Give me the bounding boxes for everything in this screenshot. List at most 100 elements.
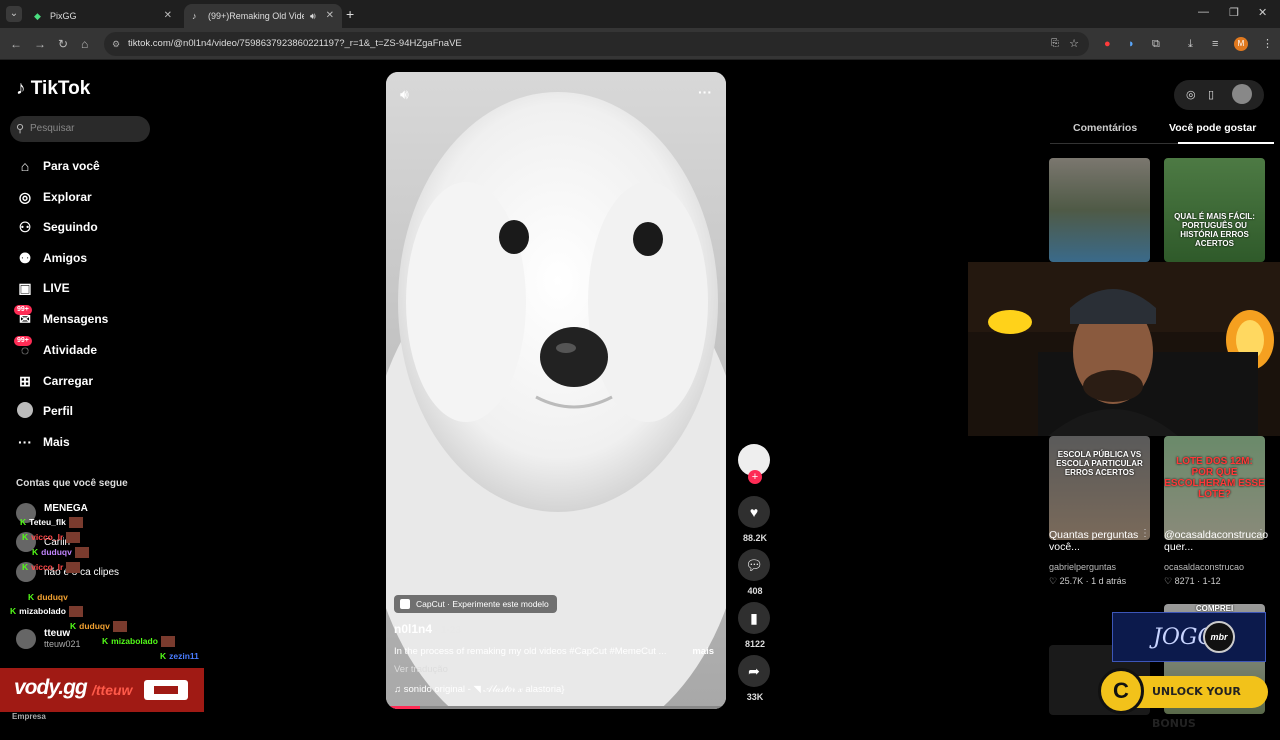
extension-icon[interactable]: ● bbox=[1104, 37, 1111, 51]
restore-icon[interactable]: ❐ bbox=[1229, 6, 1239, 19]
search-input[interactable]: ⚲ Pesquisar bbox=[10, 116, 150, 142]
card-user[interactable]: ocasaldaconstrucao bbox=[1164, 562, 1244, 572]
browser-menu-icon[interactable]: ⋮ bbox=[1262, 37, 1273, 51]
thumb-label: QUAL É MAIS FÁCIL: PORTUGUÊS OU HISTÓRIA… bbox=[1174, 212, 1255, 248]
profile-avatar[interactable]: M bbox=[1234, 37, 1248, 51]
comment-count: 408 bbox=[747, 586, 763, 596]
recommended-video-thumb[interactable]: QUAL É MAIS FÁCIL: PORTUGUÊS OU HISTÓRIA… bbox=[1164, 158, 1265, 262]
vody-brand-icon bbox=[144, 680, 188, 700]
emote-icon bbox=[66, 562, 81, 574]
bonus-promo[interactable]: UNLOCK YOUR BONUS C bbox=[1098, 664, 1268, 730]
extensions-puzzle-icon[interactable]: ⧉ bbox=[1152, 37, 1160, 51]
minimize-icon[interactable]: — bbox=[1198, 6, 1209, 18]
close-tab-icon[interactable]: ✕ bbox=[164, 6, 172, 26]
sidebar-item-mais[interactable]: ··· Mais bbox=[16, 432, 70, 452]
save-button[interactable]: ▮ bbox=[738, 602, 770, 634]
new-tab-button[interactable]: + bbox=[346, 6, 354, 22]
sidebar-item-label: Carregar bbox=[43, 374, 94, 388]
chat-user: Teteu_flk bbox=[29, 517, 66, 527]
tab-pixgg[interactable]: ◆ PixGG ✕ bbox=[26, 4, 180, 28]
more-options-icon[interactable]: ··· bbox=[698, 84, 712, 100]
more-icon: ··· bbox=[18, 434, 32, 450]
close-window-icon[interactable]: ✕ bbox=[1258, 6, 1267, 19]
creator-avatar[interactable]: + bbox=[738, 444, 770, 484]
description-text: In the process of remaking my old videos… bbox=[394, 646, 667, 657]
tab-voce-pode-gostar[interactable]: Você pode gostar bbox=[1169, 122, 1256, 134]
card-more-icon[interactable]: ⋮ bbox=[1140, 528, 1150, 539]
tab-audio-icon[interactable]: 🔊︎ bbox=[310, 6, 316, 26]
close-tab-icon[interactable]: ✕ bbox=[326, 6, 334, 26]
jogo-promo-banner[interactable]: JOGO mbr bbox=[1112, 612, 1266, 662]
sidebar-item-perfil[interactable]: Perfil bbox=[16, 401, 73, 421]
video-author[interactable]: n0l1n4 · 1-23 bbox=[394, 622, 461, 636]
bookmark-star-icon[interactable]: ☆ bbox=[1069, 32, 1079, 56]
card-stats: ♡ 25.7K · 1 d atrás bbox=[1049, 576, 1127, 586]
user-avatar[interactable] bbox=[1232, 84, 1252, 104]
recommended-video-thumb[interactable] bbox=[1049, 158, 1150, 262]
mobile-icon[interactable]: ▯ bbox=[1208, 88, 1214, 101]
recommended-video-thumb[interactable]: LOTE DOS 12M: POR QUE ESCOLHERAM ESSE LO… bbox=[1164, 436, 1265, 540]
profile-icon bbox=[16, 401, 34, 421]
translate-link[interactable]: Ver tradução bbox=[394, 664, 448, 675]
right-tabs: Comentários Você pode gostar bbox=[1050, 120, 1274, 144]
card-caption[interactable]: Quantas perguntas você... bbox=[1049, 529, 1147, 553]
video-player[interactable]: 🔊︎ ··· CapCut · Experimente este modelo … bbox=[386, 72, 726, 709]
avatar bbox=[16, 629, 36, 649]
back-icon[interactable]: ← bbox=[10, 37, 22, 51]
share-count: 33K bbox=[746, 692, 764, 702]
save-count: 8122 bbox=[744, 639, 766, 649]
url-field[interactable]: ⚙ tiktok.com/@n0l1n4/video/7598637923860… bbox=[104, 32, 1089, 56]
sidebar-item-explorar[interactable]: ◎ Explorar bbox=[16, 187, 92, 207]
tab-comentarios[interactable]: Comentários bbox=[1073, 122, 1137, 134]
card-more-icon[interactable]: ⋮ bbox=[1256, 528, 1266, 539]
sidebar-item-atividade[interactable]: ◌ 99+ Atividade bbox=[14, 336, 98, 360]
tiktok-logo[interactable]: ♪ TikTok bbox=[16, 78, 90, 100]
kick-icon: K bbox=[20, 517, 27, 527]
kick-icon: K bbox=[32, 547, 39, 557]
logo-text: TikTok bbox=[30, 78, 91, 99]
sidebar-item-amigos[interactable]: ⚉ Amigos bbox=[16, 248, 87, 268]
volume-icon[interactable]: 🔊︎ bbox=[400, 86, 409, 103]
chat-user: vicco_lr bbox=[31, 532, 64, 542]
capcut-template-link[interactable]: CapCut · Experimente este modelo bbox=[394, 595, 557, 613]
more-button[interactable]: mais bbox=[692, 646, 714, 657]
share-button[interactable]: ➦ bbox=[738, 655, 770, 687]
extension-icon[interactable]: ◗ bbox=[1128, 37, 1135, 51]
chat-user: mizabolado bbox=[19, 606, 66, 616]
sidebar-item-label: Seguindo bbox=[43, 220, 98, 234]
sidebar-item-mensagens[interactable]: ✉ 99+ Mensagens bbox=[14, 304, 109, 329]
follow-plus-icon[interactable]: + bbox=[748, 470, 762, 484]
sidebar-item-live[interactable]: ▣ LIVE bbox=[16, 278, 69, 298]
music-link[interactable]: ♫ sonido original - ◥ 𝒜𝓁𝒶𝓈𝓉𝑜𝓇 𝓍 alastori… bbox=[394, 684, 564, 695]
install-icon[interactable]: ⎘ bbox=[1051, 32, 1059, 56]
tab-tiktok[interactable]: ♪ (99+)Remaking Old Videos 🔊︎ ✕ bbox=[184, 4, 342, 28]
explore-icon[interactable]: ◎ bbox=[1186, 88, 1196, 101]
share-icon: ➦ bbox=[748, 663, 760, 679]
forward-icon[interactable]: → bbox=[34, 37, 46, 51]
dog-video-frame bbox=[386, 72, 726, 709]
chat-user: zezin11 bbox=[169, 651, 199, 661]
card-user[interactable]: gabrielperguntas bbox=[1049, 562, 1116, 572]
comment-button[interactable]: 💬︎ bbox=[738, 549, 770, 581]
kick-icon: K bbox=[70, 621, 77, 631]
sidebar-item-seguindo[interactable]: ⚇ Seguindo bbox=[16, 217, 98, 237]
sidebar-item-label: Mensagens bbox=[43, 312, 109, 326]
friends-icon: ⚉ bbox=[18, 249, 32, 266]
media-control-icon[interactable]: ≡ bbox=[1212, 37, 1218, 51]
video-progress-bar[interactable] bbox=[386, 706, 726, 709]
sidebar-item-label: Atividade bbox=[43, 343, 98, 357]
sidebar-item-carregar[interactable]: ⊞ Carregar bbox=[16, 371, 93, 391]
like-button[interactable]: ♥ bbox=[738, 496, 770, 528]
recommended-video-thumb[interactable]: ESCOLA PÚBLICA VS ESCOLA PARTICULAR ERRO… bbox=[1049, 436, 1150, 540]
sidebar-item-para-voce[interactable]: ⌂ Para você bbox=[16, 156, 100, 176]
site-info-icon[interactable]: ⚙ bbox=[112, 32, 120, 56]
search-icon: ⚲ bbox=[16, 123, 25, 135]
video-description: In the process of remaking my old videos… bbox=[394, 646, 714, 657]
download-icon[interactable]: ⤓ bbox=[1188, 37, 1193, 51]
vody-overlay: vody.gg /tteuw bbox=[0, 668, 204, 712]
home-icon[interactable]: ⌂ bbox=[81, 37, 88, 51]
card-caption[interactable]: @ocasaldaconstrucao quer... bbox=[1164, 529, 1268, 553]
chat-user: duduqv bbox=[41, 547, 72, 557]
tab-search-chevron-icon[interactable]: ⌄ bbox=[6, 6, 22, 22]
reload-icon[interactable]: ↻ bbox=[58, 37, 68, 51]
